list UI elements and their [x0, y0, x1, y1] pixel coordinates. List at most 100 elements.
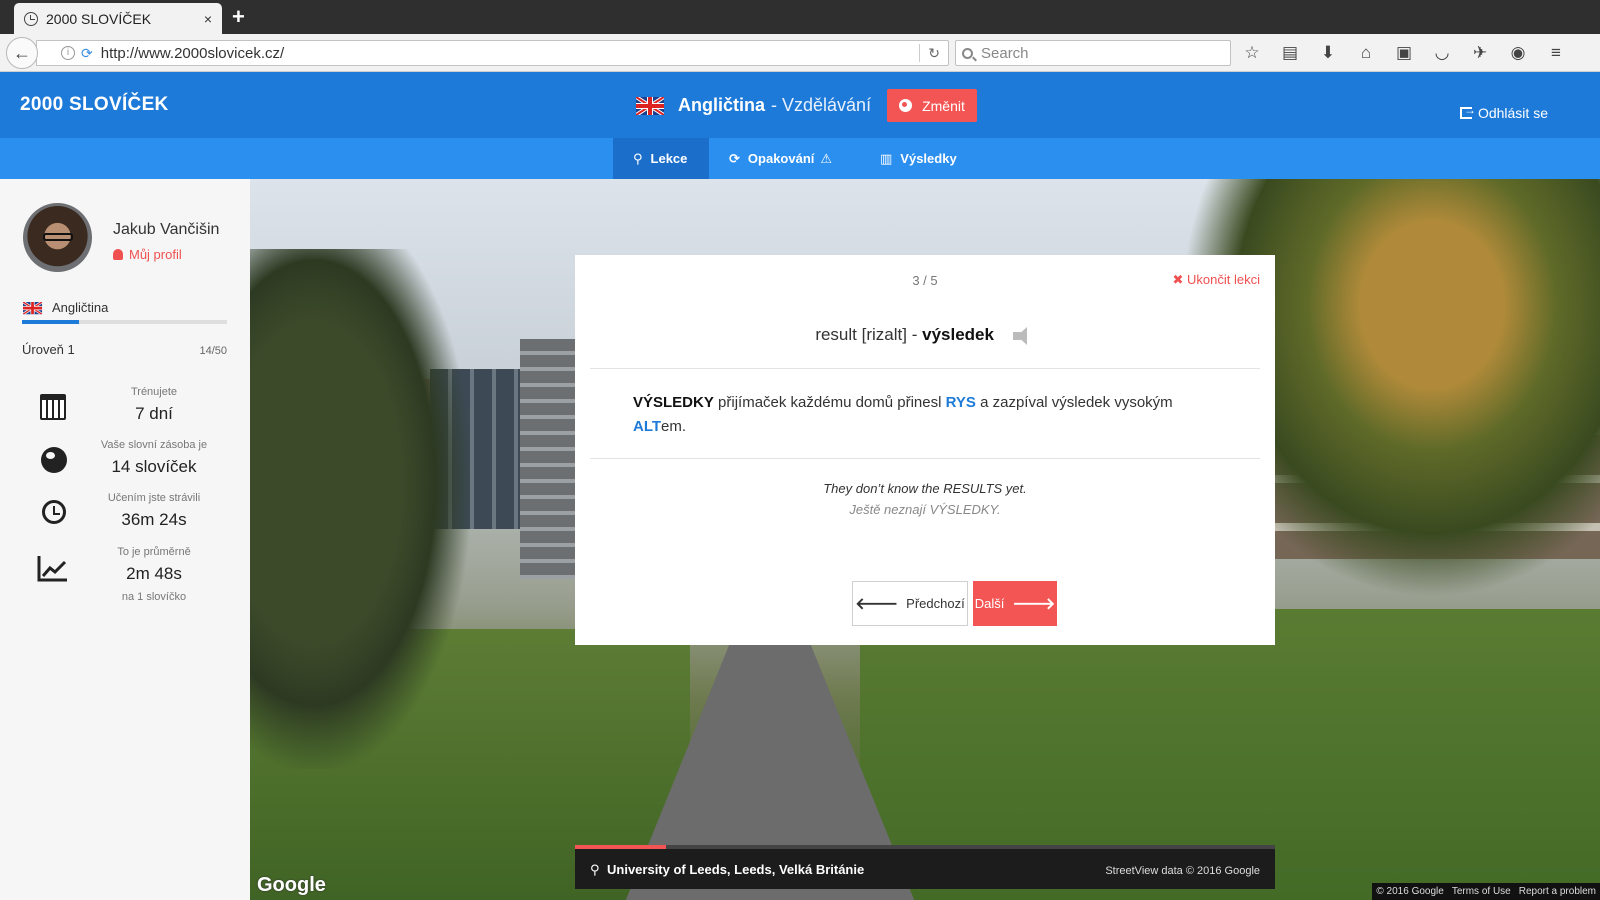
- map-copyright: © 2016 Google: [1376, 886, 1444, 897]
- level-progress-bar: [22, 320, 227, 324]
- tab-opakovani-label: Opakování: [747, 151, 815, 166]
- browser-tab-bar: 2000 SLOVÍČEK × +: [0, 0, 1600, 34]
- location-bar: ⚲ University of Leeds, Leeds, Velká Brit…: [575, 845, 1275, 889]
- terms-link[interactable]: Terms of Use: [1452, 886, 1511, 897]
- example-czech: Ještě neznají VÝSLEDKY.: [849, 502, 1001, 517]
- stat-label: Vaše slovní zásoba je: [100, 439, 208, 451]
- warning-icon: ⚠: [820, 150, 833, 166]
- connection-icon: ⟳: [81, 44, 93, 61]
- uk-flag-icon: [23, 302, 43, 315]
- stat-value: 36m 24s: [121, 510, 187, 529]
- mnemonic-part: em.: [661, 418, 687, 435]
- lesson-counter: 3 / 5: [912, 273, 938, 288]
- url-bar[interactable]: i ⟳ http://www.2000slovicek.cz/ ↻: [36, 40, 949, 66]
- logout-label: Odhlásit se: [1477, 105, 1548, 121]
- streetview-credit: StreetView data © 2016 Google: [1105, 865, 1260, 877]
- extension-icon[interactable]: ✈: [1468, 41, 1492, 65]
- my-profile-link[interactable]: Můj profil: [113, 247, 182, 262]
- reading-list-icon[interactable]: ▤: [1278, 41, 1302, 65]
- brand-logo[interactable]: 2000 SLOVÍČEK: [20, 94, 169, 116]
- end-lesson-label: Ukončit lekci: [1187, 272, 1260, 287]
- speaker-icon[interactable]: [1012, 326, 1035, 345]
- avatar: [23, 203, 92, 272]
- home-icon[interactable]: ⌂: [1354, 41, 1378, 65]
- tab-close-icon[interactable]: ×: [204, 11, 212, 27]
- location-progress-bar: [575, 845, 1275, 849]
- location-name: University of Leeds, Leeds, Velká Britán…: [607, 862, 865, 877]
- refresh-icon: ⟳: [729, 150, 740, 166]
- uk-flag-icon: [636, 96, 664, 115]
- menu-icon[interactable]: ≡: [1544, 41, 1568, 65]
- map-copyright-bar: © 2016 Google Terms of Use Report a prob…: [1372, 883, 1600, 900]
- previous-label: Předchozí: [906, 596, 965, 611]
- change-language-label: Změnit: [922, 97, 965, 114]
- my-profile-label: Můj profil: [129, 247, 182, 262]
- tab-lekce-label: Lekce: [650, 151, 688, 166]
- url-text[interactable]: http://www.2000slovicek.cz/: [101, 45, 920, 62]
- pocket-icon[interactable]: ◡: [1430, 41, 1454, 65]
- new-tab-button[interactable]: +: [232, 4, 245, 30]
- arrow-left-icon: 🡐: [855, 596, 899, 613]
- divider: [590, 458, 1260, 459]
- mnemonic-highlight: RYS: [945, 394, 976, 411]
- stat-value: 7 dní: [135, 404, 173, 423]
- back-button[interactable]: ←: [6, 37, 38, 69]
- mnemonic-highlight: ALT: [633, 418, 662, 435]
- change-language-button[interactable]: Změnit: [887, 89, 977, 122]
- logout-link[interactable]: Odhlásit se: [1459, 103, 1548, 121]
- divider: [590, 368, 1260, 369]
- bookmark-star-icon[interactable]: ☆: [1240, 41, 1264, 65]
- arrow-right-icon: 🡒: [1012, 596, 1056, 613]
- stat-label: Učením jste strávili: [107, 492, 201, 504]
- sidebar-language: Angličtina: [52, 300, 109, 315]
- reload-icon[interactable]: ↻: [928, 45, 940, 62]
- report-problem-link[interactable]: Report a problem: [1519, 886, 1596, 897]
- current-language: Angličtina: [678, 95, 766, 115]
- mnemonic-part: přijímaček každému domů přinesl: [713, 394, 946, 411]
- download-icon[interactable]: ⬇: [1316, 41, 1340, 65]
- main-nav: ⚲ Lekce ⟳ Opakování ⚠ ▥ Výsledky: [0, 138, 1600, 179]
- word-dash: -: [911, 325, 918, 344]
- example-english: They don’t know the RESULTS yet.: [823, 481, 1027, 496]
- trend-chart-icon: [37, 554, 69, 586]
- site-info-icon[interactable]: i: [61, 46, 75, 60]
- tab-vysledky[interactable]: ▥ Výsledky: [860, 138, 977, 179]
- user-name: Jakub Vančišin: [113, 221, 220, 238]
- mnemonic-keyword: VÝSLEDKY: [633, 394, 714, 411]
- toolbar-icons: ☆ ▤ ⬇ ⌂ ▣ ◡ ✈ ◉ ≡: [1240, 41, 1568, 65]
- word-entry: result [rizalt] - výsledek: [575, 325, 1275, 345]
- map-pin-icon: ⚲: [633, 150, 643, 166]
- search-placeholder: Search: [981, 44, 1029, 62]
- tab-opakovani[interactable]: ⟳ Opakování ⚠: [709, 138, 852, 179]
- user-sidebar: Jakub Vančišin Můj profil Angličtina Úro…: [0, 179, 250, 900]
- stat-value: 14 slovíček: [111, 457, 197, 476]
- logout-icon: [1459, 103, 1476, 119]
- history-clock-icon: [24, 11, 38, 26]
- clock-icon: [42, 500, 66, 524]
- language-switcher: Angličtina - Vzdělávání Změnit: [636, 89, 977, 122]
- browser-toolbar: i ⟳ http://www.2000slovicek.cz/ ↻ ← Sear…: [0, 34, 1600, 72]
- browser-tab[interactable]: 2000 SLOVÍČEK ×: [14, 3, 222, 34]
- map-pin-icon: ⚲: [590, 862, 600, 877]
- user-icon: [113, 249, 123, 260]
- previous-button[interactable]: 🡐 Předchozí: [852, 581, 968, 626]
- word-pronunciation: [rizalt]: [861, 325, 907, 344]
- screenshot-icon[interactable]: ▣: [1392, 41, 1416, 65]
- addon-icon[interactable]: ◉: [1506, 41, 1530, 65]
- search-input[interactable]: Search: [955, 40, 1231, 66]
- search-icon: [962, 47, 973, 59]
- stat-label: Trénujete: [130, 386, 178, 398]
- level-count: 14/50: [199, 345, 227, 357]
- tab-lekce[interactable]: ⚲ Lekce: [613, 138, 709, 179]
- next-button[interactable]: Další 🡒: [973, 581, 1057, 626]
- globe-icon: [41, 447, 67, 473]
- globe-icon: [899, 99, 913, 112]
- end-lesson-link[interactable]: ✖ Ukončit lekci: [1173, 272, 1261, 288]
- next-label: Další: [974, 596, 1005, 611]
- tab-vysledky-label: Výsledky: [900, 151, 957, 166]
- app-header: 2000 SLOVÍČEK Angličtina - Vzdělávání Zm…: [0, 72, 1600, 138]
- level-label: Úroveň 1: [22, 342, 75, 357]
- stat-label: To je průměrně: [117, 546, 191, 558]
- word-czech: výsledek: [922, 325, 994, 344]
- tab-title: 2000 SLOVÍČEK: [46, 10, 152, 27]
